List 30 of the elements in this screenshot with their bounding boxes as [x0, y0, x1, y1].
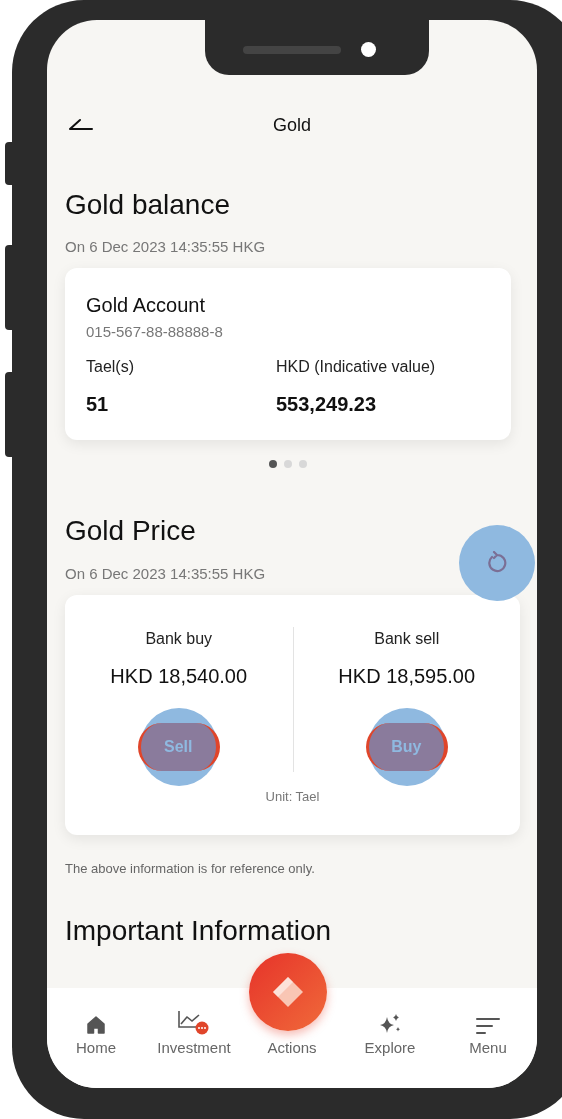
nav-item[interactable]: Actions [267, 1035, 317, 1061]
page-title: Gold [273, 113, 311, 137]
nav-item[interactable]: Explore [341, 988, 439, 1088]
nav-item[interactable]: Investment [145, 988, 243, 1088]
section-heading: Gold balance [65, 188, 230, 222]
balance-label: HKD (Indicative value) [276, 357, 436, 377]
account-name: Gold Account [86, 293, 205, 318]
price-label: Bank sell [374, 629, 440, 649]
timestamp: On 6 Dec 2023 14:35:55 HKG [65, 237, 266, 257]
price-label: Bank buy [145, 629, 213, 649]
balance-value: 553,249.23 [276, 392, 377, 417]
balance-label: Tael(s) [86, 357, 134, 377]
disclaimer: The above information is for reference only. [65, 860, 315, 878]
chart-icon [177, 1009, 211, 1035]
refresh-icon [485, 551, 509, 575]
price-value: HKD 18,595.00 [338, 664, 476, 689]
balance-value: 51 [86, 392, 109, 417]
account-number: 015-567-88-88888-8 [86, 322, 223, 342]
unit-label: Unit: Tael [265, 788, 320, 806]
timestamp: On 6 Dec 2023 14:35:55 HKG [65, 564, 266, 584]
nav-item[interactable]: Home [47, 988, 145, 1088]
price-value: HKD 18,540.00 [110, 664, 248, 689]
back-arrow-icon [68, 118, 94, 130]
menu-icon [476, 1017, 500, 1035]
diamond-logo-icon [271, 975, 305, 1009]
section-heading: Important Information [65, 914, 332, 948]
home-icon [86, 1015, 106, 1035]
actions-fab[interactable] [249, 953, 327, 1031]
nav-item[interactable]: Menu [439, 988, 537, 1088]
section-heading: Gold Price [65, 514, 196, 548]
